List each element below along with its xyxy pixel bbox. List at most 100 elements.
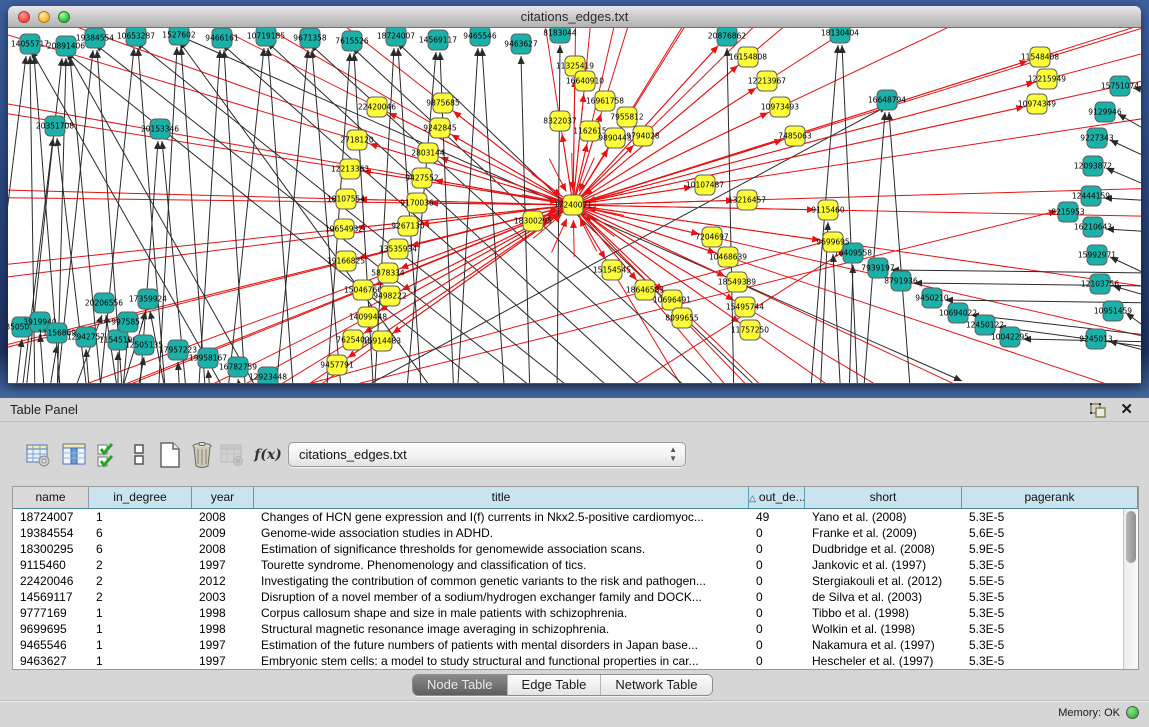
cell-year[interactable]: 2003 (192, 589, 254, 605)
cell-out_de[interactable]: 0 (749, 573, 805, 589)
table-row[interactable]: 969969511998Structural magnetic resonanc… (13, 621, 1138, 637)
cell-name[interactable]: 18724007 (13, 509, 89, 525)
scrollbar-thumb[interactable] (1126, 511, 1136, 563)
cell-title[interactable]: Estimation of significance thresholds fo… (254, 541, 749, 557)
cell-title[interactable]: Investigating the contribution of common… (254, 573, 749, 589)
table-row[interactable]: 1938455462009Genome-wide association stu… (13, 525, 1138, 541)
cell-out_de[interactable]: 0 (749, 637, 805, 653)
cell-title[interactable]: Corpus callosum shape and size in male p… (254, 605, 749, 621)
cell-short[interactable]: Stergiakouli et al. (2012) (805, 573, 962, 589)
cell-in_degree[interactable]: 2 (89, 589, 192, 605)
cell-short[interactable]: Franke et al. (2009) (805, 525, 962, 541)
cell-name[interactable]: 9463627 (13, 653, 89, 669)
table-row[interactable]: 977716911998Corpus callosum shape and si… (13, 605, 1138, 621)
cell-year[interactable]: 1998 (192, 621, 254, 637)
column-header-out_de[interactable]: △out_de... (749, 487, 805, 508)
cell-in_degree[interactable]: 1 (89, 605, 192, 621)
cell-out_de[interactable]: 0 (749, 541, 805, 557)
column-header-year[interactable]: year (192, 487, 254, 508)
table-row[interactable]: 1456911722003Disruption of a novel membe… (13, 589, 1138, 605)
cell-year[interactable]: 1997 (192, 637, 254, 653)
cell-title[interactable]: Structural magnetic resonance image aver… (254, 621, 749, 637)
network-canvas[interactable]: 1405571720891406193845541065328715276029… (8, 28, 1141, 383)
cell-title[interactable]: Changes of HCN gene expression and I(f) … (254, 509, 749, 525)
column-header-in_degree[interactable]: in_degree (89, 487, 192, 508)
cell-pagerank[interactable]: 5.3E-5 (962, 605, 1138, 621)
table-mode-icon[interactable] (22, 438, 54, 472)
cell-out_de[interactable]: 0 (749, 557, 805, 573)
cell-pagerank[interactable]: 5.5E-5 (962, 573, 1138, 589)
cell-name[interactable]: 9699695 (13, 621, 89, 637)
cell-pagerank[interactable]: 5.3E-5 (962, 653, 1138, 669)
table-row[interactable]: 1830029562008Estimation of significance … (13, 541, 1138, 557)
cell-year[interactable]: 2008 (192, 541, 254, 557)
cell-in_degree[interactable]: 6 (89, 525, 192, 541)
table-row[interactable]: 2242004622012Investigating the contribut… (13, 573, 1138, 589)
cell-in_degree[interactable]: 6 (89, 541, 192, 557)
column-header-pagerank[interactable]: pagerank (962, 487, 1138, 508)
column-header-title[interactable]: title (254, 487, 749, 508)
cell-name[interactable]: 19384554 (13, 525, 89, 541)
close-panel-icon[interactable]: ✕ (1120, 400, 1133, 418)
cell-out_de[interactable]: 49 (749, 509, 805, 525)
select-columns-icon[interactable] (92, 438, 124, 472)
cell-name[interactable]: 9115460 (13, 557, 89, 573)
cell-title[interactable]: Embryonic stem cells: a model to study s… (254, 653, 749, 669)
cell-title[interactable]: Estimation of the future numbers of pati… (254, 637, 749, 653)
cell-pagerank[interactable]: 5.3E-5 (962, 589, 1138, 605)
cell-in_degree[interactable]: 1 (89, 621, 192, 637)
cell-name[interactable]: 14569117 (13, 589, 89, 605)
cell-out_de[interactable]: 0 (749, 653, 805, 669)
cell-out_de[interactable]: 0 (749, 605, 805, 621)
window-titlebar[interactable]: citations_edges.txt (8, 6, 1141, 28)
table-select-dropdown[interactable]: citations_edges.txt ▲▼ (288, 442, 686, 467)
tab-network-table[interactable]: Network Table (601, 675, 711, 695)
cell-out_de[interactable]: 0 (749, 525, 805, 541)
memory-status[interactable]: Memory: OK (1058, 706, 1139, 719)
cell-year[interactable]: 2009 (192, 525, 254, 541)
tab-edge-table[interactable]: Edge Table (508, 675, 602, 695)
network-view-window[interactable]: citations_edges.txt 14055717208914061938… (8, 6, 1141, 384)
column-header-short[interactable]: short (805, 487, 962, 508)
cell-out_de[interactable]: 0 (749, 621, 805, 637)
cell-short[interactable]: Hescheler et al. (1997) (805, 653, 962, 669)
cell-year[interactable]: 1997 (192, 653, 254, 669)
vertical-scrollbar[interactable] (1123, 509, 1138, 669)
cell-pagerank[interactable]: 5.3E-5 (962, 621, 1138, 637)
cell-short[interactable]: Dudbridge et al. (2008) (805, 541, 962, 557)
column-display-icon[interactable] (58, 438, 90, 472)
cell-pagerank[interactable]: 5.6E-5 (962, 525, 1138, 541)
function-builder-icon[interactable]: f(x) (252, 438, 284, 472)
cell-year[interactable]: 2008 (192, 509, 254, 525)
cell-year[interactable]: 1998 (192, 605, 254, 621)
float-panel-icon[interactable] (1089, 402, 1107, 418)
cell-short[interactable]: Yano et al. (2008) (805, 509, 962, 525)
cell-in_degree[interactable]: 1 (89, 637, 192, 653)
cell-in_degree[interactable]: 1 (89, 653, 192, 669)
cell-short[interactable]: Jankovic et al. (1997) (805, 557, 962, 573)
cell-pagerank[interactable]: 5.9E-5 (962, 541, 1138, 557)
cell-year[interactable]: 1997 (192, 557, 254, 573)
cell-name[interactable]: 9465546 (13, 637, 89, 653)
table-row[interactable]: 911546021997Tourette syndrome. Phenomeno… (13, 557, 1138, 573)
cell-in_degree[interactable]: 1 (89, 509, 192, 525)
cell-out_de[interactable]: 0 (749, 589, 805, 605)
row-height-icon[interactable] (123, 438, 155, 472)
table-row[interactable]: 946362711997Embryonic stem cells: a mode… (13, 653, 1138, 669)
cell-year[interactable]: 2012 (192, 573, 254, 589)
cell-title[interactable]: Tourette syndrome. Phenomenology and cla… (254, 557, 749, 573)
cell-short[interactable]: Wolkin et al. (1998) (805, 621, 962, 637)
cell-name[interactable]: 18300295 (13, 541, 89, 557)
cell-in_degree[interactable]: 2 (89, 557, 192, 573)
cell-in_degree[interactable]: 2 (89, 573, 192, 589)
cell-title[interactable]: Disruption of a novel member of a sodium… (254, 589, 749, 605)
table-row[interactable]: 946554611997Estimation of the future num… (13, 637, 1138, 653)
tab-node-table[interactable]: Node Table (413, 675, 508, 695)
cell-short[interactable]: Nakamura et al. (1997) (805, 637, 962, 653)
table-row[interactable]: 1872400712008Changes of HCN gene express… (13, 509, 1138, 525)
cell-name[interactable]: 22420046 (13, 573, 89, 589)
cell-name[interactable]: 9777169 (13, 605, 89, 621)
delete-column-icon[interactable] (186, 438, 218, 472)
column-header-name[interactable]: name (13, 487, 89, 508)
cell-pagerank[interactable]: 5.3E-5 (962, 557, 1138, 573)
